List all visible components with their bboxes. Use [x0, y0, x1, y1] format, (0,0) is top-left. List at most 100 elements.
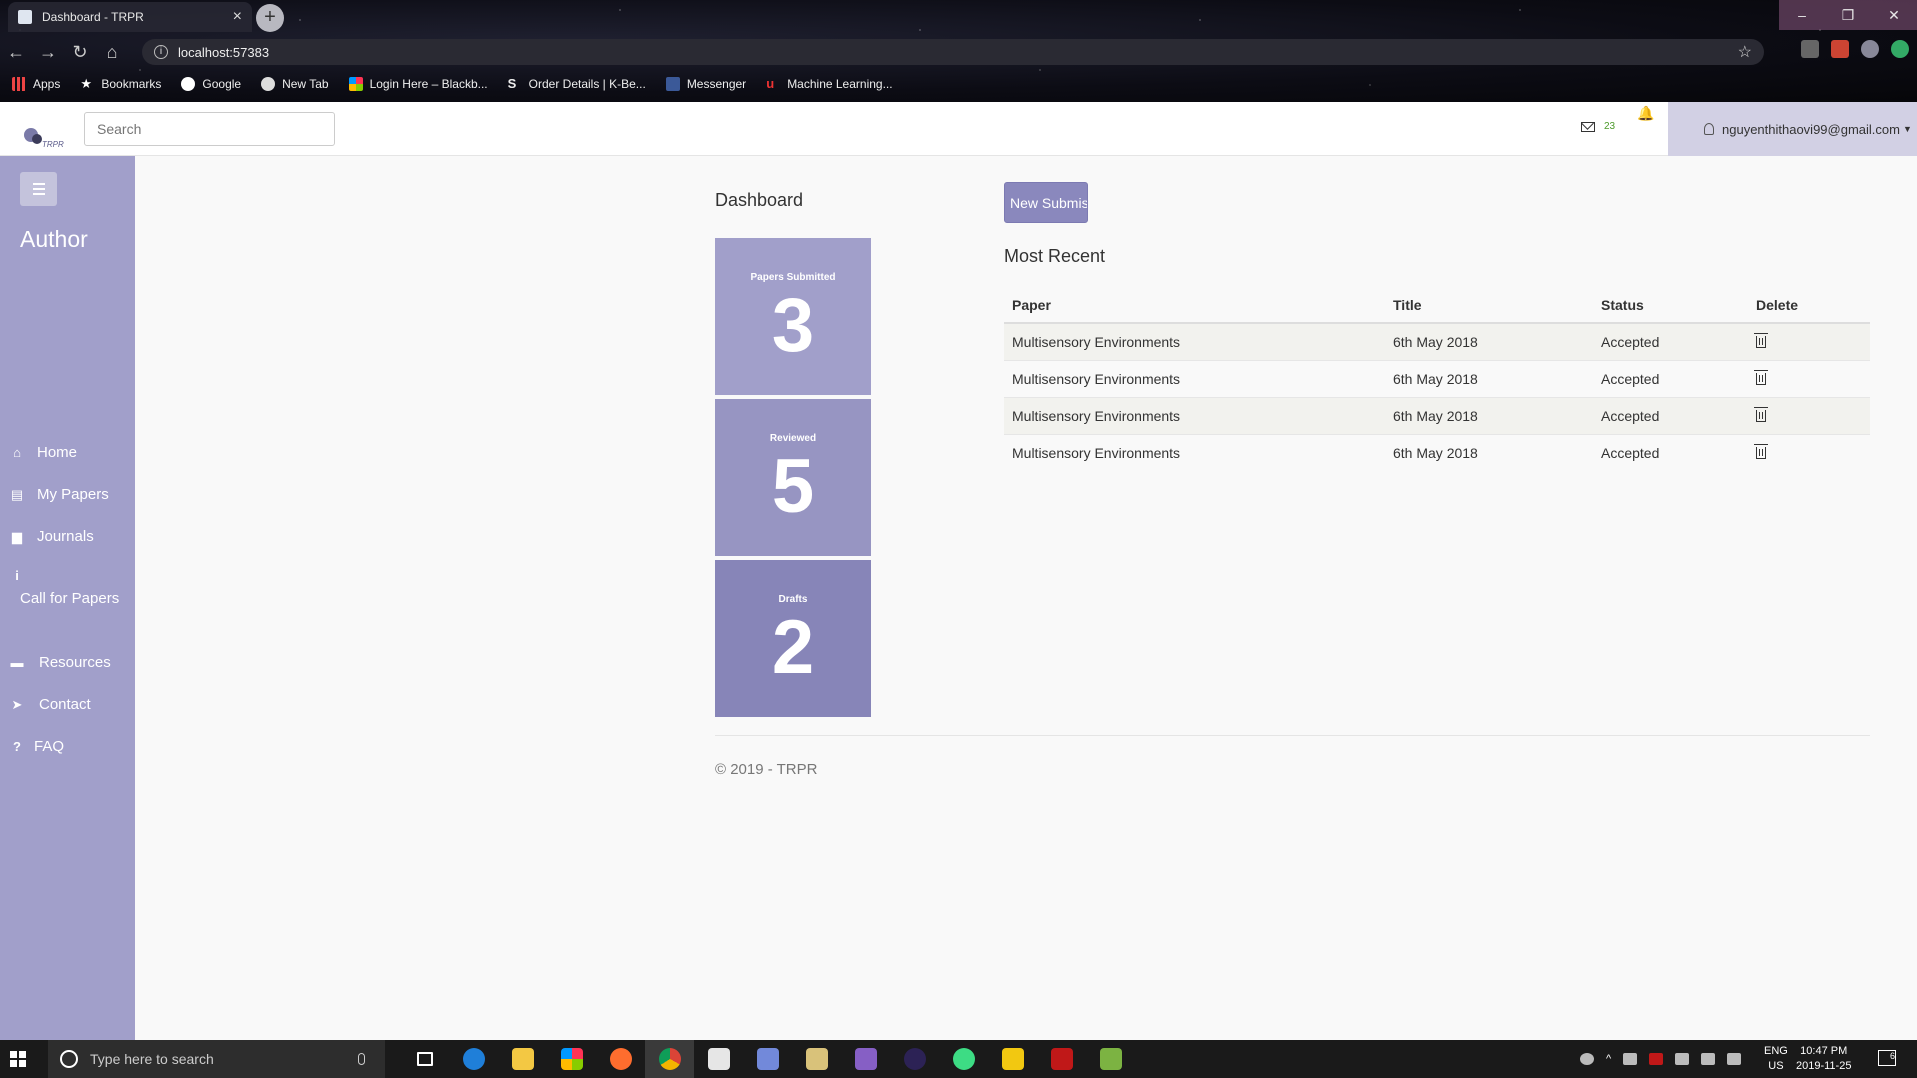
site-info-icon[interactable]: i [154, 45, 168, 59]
sidebar-item-label: Contact [39, 696, 91, 713]
sidebar-item-resources[interactable]: ▬ Resources [10, 654, 111, 671]
input-language[interactable]: ENG US [1764, 1044, 1788, 1074]
action-center-icon[interactable]: 6 [1878, 1050, 1896, 1066]
app-photos-icon[interactable] [694, 1040, 743, 1078]
messages-link[interactable]: 23 [1581, 121, 1615, 132]
home-browser-icon[interactable]: ⌂ [96, 42, 128, 63]
stat-card-papers-submitted[interactable]: Papers Submitted 3 [715, 238, 871, 395]
extension-g-icon[interactable] [1801, 40, 1819, 58]
column-header-paper: Paper [1004, 287, 1385, 324]
store-icon[interactable] [547, 1040, 596, 1078]
sidebar-item-call-for-papers[interactable]: i Call for Papers [10, 567, 119, 608]
user-email: nguyenthithaovi99@gmail.com [1722, 121, 1900, 137]
table-row[interactable]: Multisensory Environments 6th May 2018 A… [1004, 433, 1870, 471]
maximize-icon[interactable]: ❐ [1825, 0, 1871, 30]
bookmark-machine-learning[interactable]: u Machine Learning... [766, 77, 892, 92]
battery-icon[interactable] [1675, 1053, 1690, 1065]
bookmark-bookmarks[interactable]: ★ Bookmarks [80, 77, 161, 92]
back-icon[interactable]: ← [0, 42, 32, 63]
sidebar-item-journals[interactable]: ▆ Journals [10, 528, 94, 545]
mcafee-tray-icon[interactable] [1649, 1053, 1664, 1065]
eclipse-icon[interactable] [890, 1040, 939, 1078]
table-header-row: Paper Title Status Delete [1004, 287, 1870, 324]
notepad-icon[interactable] [1086, 1040, 1135, 1078]
paper-cell[interactable]: Multisensory Environments [1004, 433, 1385, 471]
snipping-glyph [805, 1048, 828, 1070]
taskbar-clock[interactable]: 10:47 PM 2019-11-25 [1796, 1044, 1851, 1074]
start-tile [19, 1051, 26, 1058]
stat-value: 2 [771, 605, 815, 690]
visual-studio-icon[interactable] [841, 1040, 890, 1078]
stat-label: Papers Submitted [750, 272, 836, 283]
bookmark-blackboard[interactable]: Login Here – Blackb... [348, 77, 488, 91]
power-bi-icon[interactable] [988, 1040, 1037, 1078]
people-icon[interactable] [1580, 1053, 1594, 1065]
table-row[interactable]: Multisensory Environments 6th May 2018 A… [1004, 359, 1870, 397]
title-cell: 6th May 2018 [1385, 322, 1593, 360]
edge-icon[interactable] [449, 1040, 498, 1078]
tray-expand-icon[interactable]: ^ [1606, 1053, 1611, 1065]
extension-icons [1801, 40, 1909, 58]
search-input[interactable] [84, 112, 335, 146]
table-row[interactable]: Multisensory Environments 6th May 2018 A… [1004, 322, 1870, 360]
reload-icon[interactable]: ↻ [64, 42, 96, 63]
android-studio-icon[interactable] [939, 1040, 988, 1078]
microphone-icon[interactable] [358, 1053, 365, 1065]
sidebar-item-faq[interactable]: ? FAQ [10, 738, 64, 755]
windows-start-icon[interactable] [10, 1051, 26, 1067]
profile-avatar-icon[interactable] [1861, 40, 1879, 58]
hamburger-line [32, 183, 45, 185]
notepad-glyph [1099, 1048, 1122, 1070]
paper-cell[interactable]: Multisensory Environments [1004, 322, 1385, 360]
info-icon: i [15, 567, 19, 583]
s-letter-icon: S [507, 76, 517, 91]
file-icon: ▤ [10, 486, 24, 502]
send-icon: ➤ [11, 696, 23, 712]
extension-pocket-icon[interactable] [1831, 40, 1849, 58]
address-bar[interactable]: i localhost:57383 ☆ [142, 39, 1764, 65]
chrome-icon[interactable] [645, 1040, 694, 1078]
close-window-icon[interactable]: ✕ [1871, 0, 1917, 30]
firefox-icon[interactable] [596, 1040, 645, 1078]
task-view-icon[interactable] [400, 1040, 449, 1078]
onedrive-icon[interactable] [1623, 1053, 1638, 1065]
bookmark-messenger[interactable]: Messenger [665, 77, 746, 91]
trash-icon[interactable] [1754, 369, 1768, 385]
discord-icon[interactable] [743, 1040, 792, 1078]
tab-close-icon[interactable]: × [233, 8, 242, 26]
snipping-tool-icon[interactable] [792, 1040, 841, 1078]
forward-icon[interactable]: → [32, 42, 64, 63]
trpr-logo[interactable]: TRPR [20, 126, 64, 150]
user-menu-dropdown[interactable]: nguyenthithaovi99@gmail.com ▼ [1668, 102, 1917, 156]
status-cell: Accepted [1593, 396, 1748, 434]
paper-cell[interactable]: Multisensory Environments [1004, 359, 1385, 397]
bell-icon[interactable]: 🔔 [1637, 105, 1654, 122]
bookmark-star-icon[interactable]: ☆ [1738, 42, 1752, 62]
new-tab-button[interactable]: + [256, 4, 284, 32]
stat-card-drafts[interactable]: Drafts 2 [715, 560, 871, 717]
wifi-icon[interactable] [1701, 1053, 1716, 1065]
table-row[interactable]: Multisensory Environments 6th May 2018 A… [1004, 396, 1870, 434]
sidebar-item-my-papers[interactable]: ▤ My Papers [10, 486, 109, 503]
trash-icon[interactable] [1754, 443, 1768, 459]
menu-toggle-button[interactable] [20, 172, 57, 206]
bookmark-apps[interactable]: Apps [12, 77, 60, 91]
minimize-icon[interactable]: – [1779, 0, 1825, 30]
bookmark-order-details[interactable]: S Order Details | K-Be... [507, 76, 646, 92]
bookmark-google[interactable]: Google [181, 77, 241, 91]
browser-tab[interactable]: Dashboard - TRPR × [8, 2, 252, 32]
volume-icon[interactable] [1727, 1053, 1742, 1065]
bookmark-new-tab[interactable]: New Tab [261, 77, 329, 91]
new-submission-button[interactable]: New Submission [1004, 182, 1088, 223]
trash-icon[interactable] [1754, 406, 1768, 422]
taskbar-search-box[interactable]: Type here to search [48, 1040, 385, 1078]
sidebar-item-contact[interactable]: ➤ Contact [10, 696, 91, 713]
paper-cell[interactable]: Multisensory Environments [1004, 396, 1385, 434]
trash-icon[interactable] [1754, 332, 1768, 348]
file-explorer-icon[interactable] [498, 1040, 547, 1078]
mcafee-icon[interactable] [1037, 1040, 1086, 1078]
column-header-delete: Delete [1748, 287, 1870, 324]
stat-card-reviewed[interactable]: Reviewed 5 [715, 399, 871, 556]
sidebar-item-home[interactable]: ⌂ Home [10, 444, 77, 461]
extension-green-icon[interactable] [1891, 40, 1909, 58]
